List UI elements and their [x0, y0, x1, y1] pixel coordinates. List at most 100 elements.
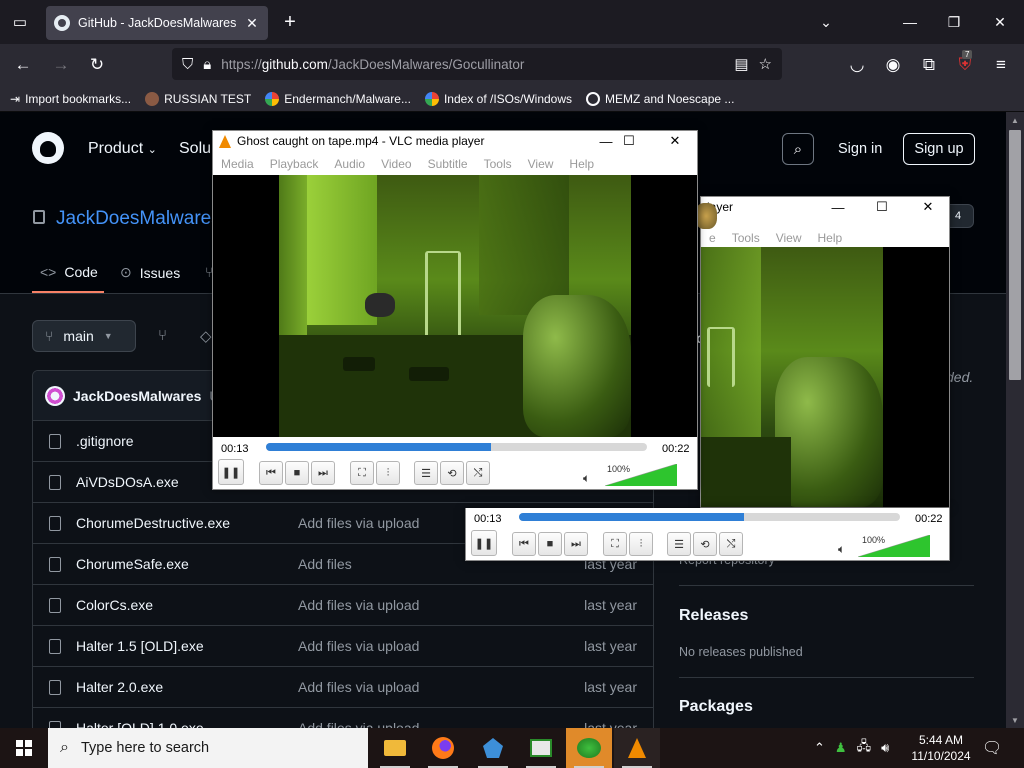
network-icon[interactable]: 🖧︎: [857, 737, 872, 759]
avatar[interactable]: [45, 385, 65, 406]
puzzle-app-icon[interactable]: [470, 728, 516, 768]
shuffle-icon[interactable]: ⤭: [719, 532, 743, 556]
menu-view[interactable]: View: [528, 157, 554, 171]
menu-tools[interactable]: Tools: [484, 157, 512, 171]
next-icon[interactable]: ⏭: [311, 461, 335, 485]
bookmark-import[interactable]: ⇥ Import bookmarks...: [10, 92, 131, 106]
reload-icon[interactable]: ↻: [86, 54, 108, 76]
menu-media[interactable]: Media: [221, 157, 254, 171]
vlc-window-main[interactable]: Ghost caught on tape.mp4 - VLC media pla…: [212, 130, 698, 490]
creature-app-icon[interactable]: [566, 728, 612, 768]
list-all-tabs-icon[interactable]: ⌄: [816, 12, 836, 32]
tab-list-icon[interactable]: ▭: [10, 12, 30, 32]
table-row[interactable]: Halter 1.5 [OLD].exe Add files via upload…: [33, 626, 653, 667]
next-icon[interactable]: ⏭: [564, 532, 588, 556]
taskbar-clock[interactable]: 5:44 AM 11/10/2024: [905, 732, 977, 764]
volume-icon[interactable]: 🔊︎: [881, 740, 889, 756]
stop-icon[interactable]: ■: [538, 532, 562, 556]
tab-github[interactable]: GitHub - JackDoesMalwares/Gocullinator ✕: [46, 6, 268, 40]
maximize-icon[interactable]: ☐: [606, 131, 652, 151]
minimize-icon[interactable]: —: [815, 197, 861, 217]
releases-heading[interactable]: Releases: [679, 607, 748, 625]
github-logo-icon[interactable]: [32, 132, 64, 164]
nav-product[interactable]: Product ⌄: [88, 140, 157, 158]
windows-start-icon[interactable]: [0, 728, 48, 768]
extensions-icon[interactable]: ⧉: [918, 54, 940, 76]
menu-audio[interactable]: Audio: [334, 157, 365, 171]
search-icon[interactable]: ⌕: [782, 133, 814, 165]
tray-app-icon[interactable]: ♟: [835, 740, 847, 756]
seek-bar[interactable]: [266, 443, 647, 451]
fullscreen-icon[interactable]: ⛶: [603, 532, 627, 556]
stop-icon[interactable]: ■: [285, 461, 309, 485]
page-scrollbar[interactable]: ▲ ▼: [1006, 112, 1024, 728]
taskbar-search-input[interactable]: ⌕ Type here to search: [48, 728, 368, 768]
shuffle-icon[interactable]: ⤭: [466, 461, 490, 485]
tab-issues[interactable]: ⊙ Issues: [120, 264, 180, 281]
menu-help[interactable]: Help: [818, 231, 843, 245]
video-display[interactable]: [213, 175, 697, 437]
pause-icon[interactable]: ❚❚: [218, 459, 244, 485]
close-window-icon[interactable]: ✕: [990, 12, 1010, 32]
speaker-icon[interactable]: 🔈︎: [583, 471, 590, 486]
close-icon[interactable]: ✕: [652, 131, 698, 151]
lock-icon[interactable]: 🔒︎: [203, 56, 211, 73]
forward-arrow-icon[interactable]: →: [50, 54, 72, 76]
vlc-taskbar-icon[interactable]: [614, 728, 660, 768]
menu-icon[interactable]: ≡: [990, 54, 1012, 76]
vlc-window-back[interactable]: layer — ☐ ✕ e Tools View Help: [695, 196, 951, 508]
firefox-icon[interactable]: [420, 728, 466, 768]
file-explorer-icon[interactable]: [372, 728, 418, 768]
scroll-thumb[interactable]: [1009, 130, 1021, 380]
loop-icon[interactable]: ⟲: [693, 532, 717, 556]
shield-icon[interactable]: ⛉: [182, 56, 193, 73]
bookmark-endermanch[interactable]: Endermanch/Malware...: [265, 91, 411, 106]
menu-help[interactable]: Help: [569, 157, 594, 171]
playlist-icon[interactable]: ☰: [667, 532, 691, 556]
extended-settings-icon[interactable]: ⫶: [629, 532, 653, 556]
previous-icon[interactable]: ⏮: [512, 532, 536, 556]
url-text[interactable]: https://github.com/JackDoesMalwares/Gocu…: [221, 57, 724, 72]
commit-author[interactable]: JackDoesMalwares: [73, 388, 201, 404]
new-tab-icon[interactable]: +: [280, 11, 300, 33]
maximize-icon[interactable]: ☐: [859, 197, 905, 217]
bookmark-russian-test[interactable]: RUSSIAN TEST: [145, 91, 251, 106]
nav-solutions[interactable]: Solu: [179, 140, 211, 158]
bookmark-memz[interactable]: MEMZ and Noescape ...: [586, 91, 734, 106]
tab-code[interactable]: <> Code: [40, 264, 98, 280]
volume-slider[interactable]: [858, 535, 930, 557]
menu-subtitle[interactable]: Subtitle: [428, 157, 468, 171]
desktop-app-icon[interactable]: [518, 728, 564, 768]
loop-icon[interactable]: ⟲: [440, 461, 464, 485]
menu-playback[interactable]: Playback: [270, 157, 319, 171]
sign-up-button[interactable]: Sign up: [903, 133, 975, 165]
account-icon[interactable]: ◉: [882, 54, 904, 76]
close-icon[interactable]: ✕: [905, 197, 951, 217]
menu-view[interactable]: View: [776, 231, 802, 245]
menu-video[interactable]: Video: [381, 157, 411, 171]
branches-icon[interactable]: ⑂: [158, 327, 167, 344]
notifications-icon[interactable]: 🗨︎: [982, 728, 1002, 768]
tag-icon[interactable]: ◇: [200, 327, 212, 345]
seek-bar[interactable]: [519, 513, 900, 521]
speaker-icon[interactable]: 🔈︎: [838, 542, 845, 557]
scroll-up-icon[interactable]: ▲: [1006, 112, 1024, 128]
repo-owner-link[interactable]: JackDoesMalwares: [56, 208, 221, 230]
restore-icon[interactable]: ❐: [944, 12, 964, 32]
sign-in-link[interactable]: Sign in: [838, 141, 882, 157]
packages-heading[interactable]: Packages: [679, 698, 753, 716]
pause-icon[interactable]: ❚❚: [471, 530, 497, 556]
menu-item[interactable]: e: [709, 231, 716, 245]
scroll-down-icon[interactable]: ▼: [1006, 712, 1024, 728]
bookmark-isos[interactable]: Index of /ISOs/Windows: [424, 91, 572, 106]
back-arrow-icon[interactable]: ←: [12, 54, 34, 76]
playlist-icon[interactable]: ☰: [414, 461, 438, 485]
minimize-icon[interactable]: —: [900, 12, 920, 32]
table-row[interactable]: Halter 2.0.exe Add files via upload last y…: [33, 667, 653, 708]
fullscreen-icon[interactable]: ⛶: [350, 461, 374, 485]
reader-view-icon[interactable]: ▤: [734, 55, 748, 73]
table-row[interactable]: ColorCs.exe Add files via upload last year: [33, 585, 653, 626]
video-display[interactable]: [701, 247, 949, 507]
menu-tools[interactable]: Tools: [732, 231, 760, 245]
bookmark-star-icon[interactable]: ☆: [759, 55, 772, 73]
